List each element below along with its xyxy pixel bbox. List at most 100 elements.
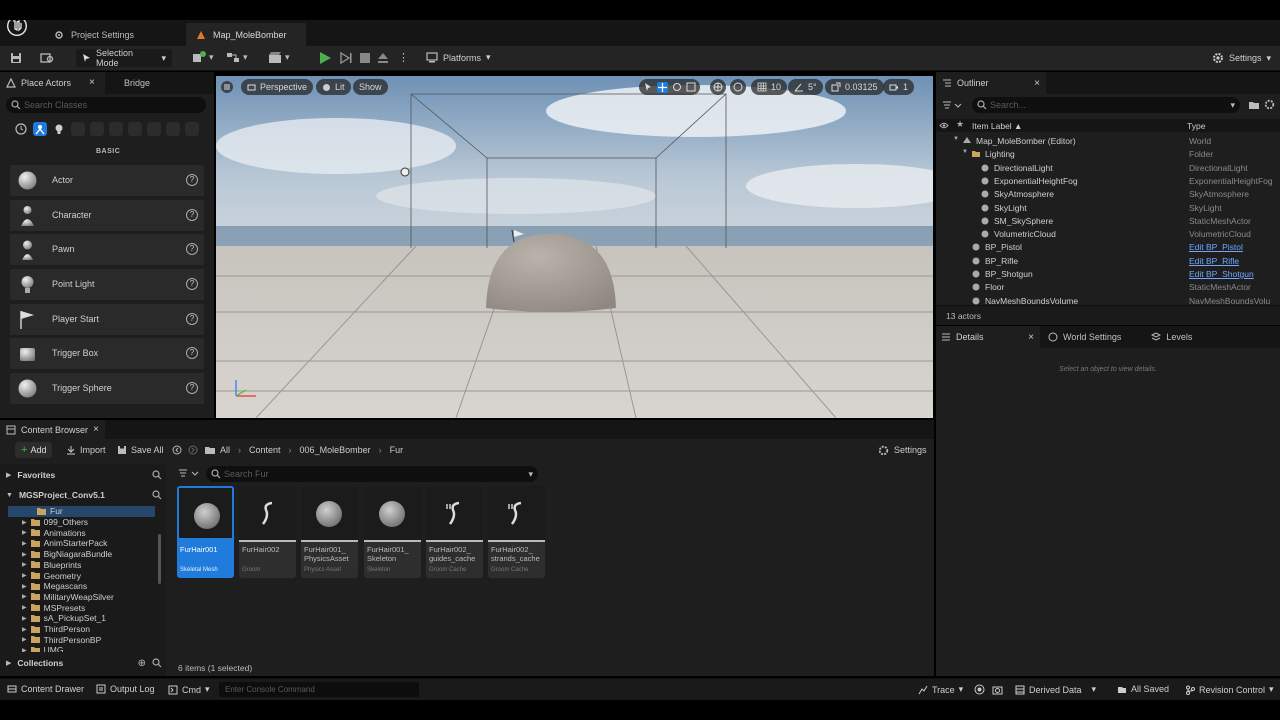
grid-snap-dropdown[interactable]: 10 [751, 79, 788, 95]
asset-tile[interactable]: FurHair001_ PhysicsAsset Physics Asset [301, 486, 358, 578]
help-icon[interactable]: ? [186, 313, 198, 325]
folder-item[interactable]: ▶ ThirdPersonBP [8, 634, 155, 645]
tab-map[interactable]: Map_MoleBomber [186, 23, 306, 46]
scale-tool-icon[interactable] [686, 82, 696, 92]
help-icon[interactable]: ? [186, 347, 198, 359]
actor-item[interactable]: Trigger Box? [10, 338, 204, 369]
actor-item[interactable]: Pawn? [10, 234, 204, 265]
revision-control-dropdown[interactable]: Revision Control ▾ [1185, 684, 1274, 695]
close-icon[interactable]: × [1034, 78, 1040, 89]
eject-button[interactable] [376, 51, 390, 64]
tab-place-actors[interactable]: Place Actors × [0, 72, 105, 94]
cb-settings-button[interactable]: Settings [878, 443, 927, 457]
outliner-row[interactable]: ▼ Map_MoleBomber (Editor) World [936, 135, 1280, 148]
tab-details[interactable]: Details × [936, 326, 1040, 348]
folder-item[interactable]: ▶ UMG [8, 645, 155, 652]
tab-outliner[interactable]: Outliner × [936, 72, 1046, 94]
edit-blueprint-link[interactable]: Edit BP_Rifle [1189, 256, 1275, 266]
import-button[interactable]: Import [66, 442, 106, 458]
folder-item[interactable]: ▶ AnimStarterPack [8, 538, 155, 549]
more-options-icon[interactable]: ⋮ [398, 51, 409, 64]
more-category-icon[interactable] [185, 122, 199, 136]
tab-content-browser[interactable]: Content Browser × [0, 420, 105, 439]
outliner-row[interactable]: SkyAtmosphere SkyAtmosphere [936, 188, 1280, 201]
outliner-row[interactable]: Floor StaticMeshActor [936, 281, 1280, 294]
folder-item[interactable]: ▶ Megascans [8, 581, 155, 592]
add-collection-icon[interactable]: ⊕ [138, 658, 146, 669]
geometry-category-icon[interactable] [109, 122, 123, 136]
lights-category-icon[interactable] [52, 122, 66, 136]
gear-icon[interactable] [1264, 99, 1275, 110]
help-icon[interactable]: ? [186, 382, 198, 394]
edit-blueprint-link[interactable]: Edit BP_Shotgun [1189, 269, 1275, 279]
add-actor-button[interactable]: ▾ [192, 51, 214, 64]
cinematics-button[interactable]: ▾ [268, 51, 290, 64]
folder-item[interactable]: ▶ ThirdPerson [8, 624, 155, 635]
folder-tree-scrollbar[interactable] [158, 534, 161, 584]
world-local-toggle[interactable] [710, 79, 726, 95]
actor-item[interactable]: Point Light? [10, 269, 204, 300]
selection-mode-dropdown[interactable]: Selection Mode ▾ [76, 48, 172, 68]
folder-item[interactable]: ▶ 099_Others [8, 517, 155, 528]
record-icon[interactable] [974, 684, 985, 695]
outliner-row[interactable]: BP_Pistol Edit BP_Pistol [936, 241, 1280, 254]
close-icon[interactable]: × [93, 424, 99, 435]
cinematic-category-icon[interactable] [71, 122, 85, 136]
save-icon[interactable] [10, 52, 22, 64]
folder-item[interactable]: ▶ Blueprints [8, 560, 155, 571]
tab-bridge[interactable]: Bridge [110, 72, 150, 94]
outliner-row[interactable]: DirectionalLight DirectionalLight [936, 162, 1280, 175]
folder-item[interactable]: Fur [8, 506, 155, 517]
outliner-row[interactable]: BP_Rifle Edit BP_Rifle [936, 255, 1280, 268]
actor-item[interactable]: Trigger Sphere? [10, 373, 204, 404]
chevron-down-icon[interactable]: ▼ [962, 149, 968, 155]
folder-item[interactable]: ▶ MilitaryWeapSilver [8, 592, 155, 603]
folder-item[interactable]: ▶ BigNiagaraBundle [8, 549, 155, 560]
actor-item[interactable]: Character? [10, 200, 204, 231]
help-icon[interactable]: ? [186, 243, 198, 255]
volumes-category-icon[interactable] [128, 122, 142, 136]
output-log-button[interactable]: Output Log [96, 684, 155, 694]
unreal-logo-icon[interactable] [4, 20, 34, 46]
actor-item[interactable]: Player Start? [10, 304, 204, 335]
breadcrumb-item[interactable]: 006_MoleBomber [300, 445, 371, 455]
platforms-dropdown[interactable]: Platforms ▾ [426, 52, 491, 63]
outliner-row[interactable]: BP_Shotgun Edit BP_Shotgun [936, 268, 1280, 281]
settings-dropdown[interactable]: Settings ▾ [1212, 52, 1271, 64]
tab-levels[interactable]: Levels [1151, 326, 1192, 348]
select-tool-icon[interactable] [643, 82, 653, 92]
perspective-dropdown[interactable]: Perspective [241, 79, 314, 95]
camera-speed-dropdown[interactable]: 1 [883, 79, 915, 95]
outliner-row[interactable]: SM_SkySphere StaticMeshActor [936, 215, 1280, 228]
console-command-input[interactable]: Enter Console Command [219, 682, 419, 697]
rotate-tool-icon[interactable] [672, 82, 682, 92]
asset-filter-icon[interactable] [178, 468, 200, 478]
asset-tile[interactable]: FurHair002_ strands_cache Groom Cache [488, 486, 545, 578]
content-drawer-button[interactable]: Content Drawer [7, 684, 84, 694]
help-icon[interactable]: ? [186, 174, 198, 186]
viewport-menu-icon[interactable] [221, 81, 233, 93]
asset-tile[interactable]: FurHair001_ Skeleton Skeleton [364, 486, 421, 578]
outliner-row[interactable]: ▼ Lighting Folder [936, 148, 1280, 161]
step-button[interactable] [340, 51, 352, 65]
derived-data-dropdown[interactable]: Derived Data ▾ [1015, 684, 1096, 695]
outliner-row[interactable]: ExponentialHeightFog ExponentialHeightFog [936, 175, 1280, 188]
level-viewport[interactable]: Perspective Lit Show 10 5° 0.03125 1 [216, 76, 933, 418]
blueprint-button[interactable]: ▾ [226, 51, 248, 64]
collections-header[interactable]: ▶ Collections ⊕ [6, 656, 162, 670]
outliner-row[interactable]: VolumetricCloud VolumetricCloud [936, 228, 1280, 241]
actor-item[interactable]: Actor? [10, 165, 204, 196]
folder-item[interactable]: ▶ Geometry [8, 570, 155, 581]
recent-icon[interactable] [14, 122, 28, 136]
view-mode-dropdown[interactable]: Lit [316, 79, 351, 95]
close-icon[interactable]: × [1028, 332, 1034, 343]
tab-world-settings[interactable]: World Settings [1048, 326, 1121, 348]
add-folder-icon[interactable] [1248, 99, 1260, 110]
cmd-dropdown[interactable]: Cmd ▾ [168, 684, 210, 695]
help-icon[interactable]: ? [186, 278, 198, 290]
shapes-category-icon[interactable] [166, 122, 180, 136]
play-button[interactable] [318, 51, 332, 65]
browse-icon[interactable] [40, 52, 54, 64]
breadcrumb-item[interactable]: All [220, 445, 230, 455]
move-tool-icon[interactable] [657, 81, 668, 93]
